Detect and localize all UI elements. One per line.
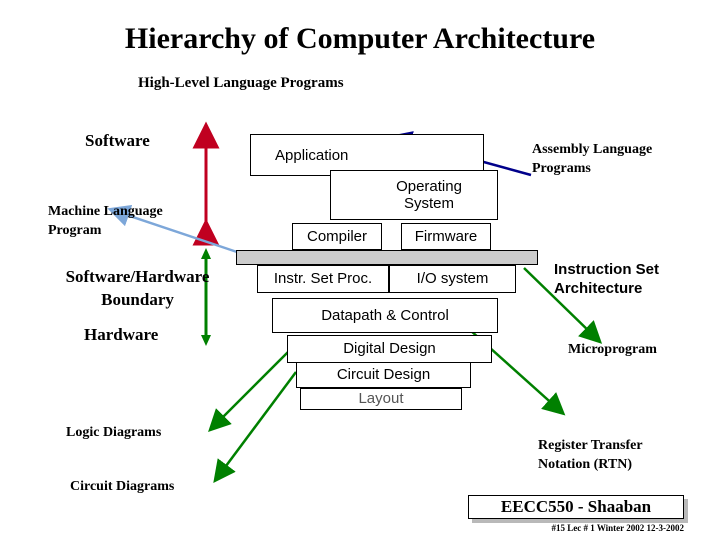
label-software: Software bbox=[85, 131, 150, 151]
box-operating-system[interactable]: Operating System bbox=[330, 170, 498, 220]
footer-course-box: EECC550 - Shaaban bbox=[468, 495, 684, 519]
arrow-digital-to-logic bbox=[208, 344, 296, 432]
label-assembly-language: Assembly Language Programs bbox=[532, 122, 652, 179]
label-high-level-language: High-Level Language Programs bbox=[138, 75, 344, 92]
box-digital-design-label: Digital Design bbox=[343, 340, 436, 358]
footer-course-label: EECC550 - Shaaban bbox=[500, 497, 652, 516]
arrow-software-span bbox=[192, 121, 220, 246]
box-datapath-control[interactable]: Datapath & Control bbox=[272, 298, 498, 333]
label-hardware: Hardware bbox=[84, 325, 158, 345]
arrow-circuit-to-circuit-diagrams bbox=[213, 371, 298, 484]
sw-hw-boundary-bar bbox=[236, 250, 538, 265]
footer-note: #15 Lec # 1 Winter 2002 12-3-2002 bbox=[454, 523, 685, 533]
box-datapath-control-label: Datapath & Control bbox=[321, 306, 449, 324]
box-firmware-label: Firmware bbox=[414, 227, 478, 245]
box-layout[interactable]: Layout bbox=[300, 388, 462, 410]
box-compiler-label: Compiler bbox=[306, 227, 367, 245]
label-machine-language-program: Machine Language Program bbox=[48, 184, 163, 241]
box-instr-set-proc[interactable]: Instr. Set Proc. bbox=[257, 265, 389, 293]
box-application-label: Application bbox=[275, 147, 349, 164]
box-firmware[interactable]: Firmware bbox=[401, 223, 491, 250]
box-circuit-design-label: Circuit Design bbox=[336, 366, 431, 384]
label-sw-hw-boundary: Software/Hardware Boundary bbox=[50, 243, 225, 312]
label-high-level-text: High-Level Language Programs bbox=[138, 75, 344, 91]
label-logic-diagrams: Logic Diagrams bbox=[66, 425, 161, 441]
box-io-system-label: I/O system bbox=[416, 270, 489, 288]
label-circuit-diagrams: Circuit Diagrams bbox=[70, 479, 174, 495]
label-circuit-diagrams-text: Circuit Diagrams bbox=[70, 479, 175, 494]
label-microprogram-text: Microprogram bbox=[568, 342, 657, 357]
footer-note-text: #15 Lec # 1 Winter 2002 12-3-2002 bbox=[551, 523, 685, 533]
box-compiler[interactable]: Compiler bbox=[292, 223, 382, 250]
label-isa-text: Instruction Set Architecture bbox=[554, 260, 660, 298]
label-rtn-text: Register Transfer Notation (RTN) bbox=[538, 437, 643, 472]
label-hardware-text: Hardware bbox=[84, 325, 159, 344]
page-title: Hierarchy of Computer Architecture bbox=[124, 22, 596, 55]
box-io-system[interactable]: I/O system bbox=[389, 265, 516, 293]
label-machine-language-text: Machine Language Program bbox=[48, 203, 163, 238]
label-assembly-language-text: Assembly Language Programs bbox=[532, 141, 653, 176]
label-software-text: Software bbox=[85, 131, 150, 150]
box-digital-design[interactable]: Digital Design bbox=[287, 335, 492, 363]
label-logic-diagrams-text: Logic Diagrams bbox=[66, 425, 162, 440]
box-instr-set-proc-label: Instr. Set Proc. bbox=[273, 270, 373, 288]
label-rtn: Register Transfer Notation (RTN) bbox=[538, 418, 643, 475]
label-microprogram: Microprogram bbox=[568, 342, 657, 358]
slide-canvas: Hierarchy of Computer Architecture High-… bbox=[0, 0, 720, 540]
label-sw-hw-boundary-text: Software/Hardware Boundary bbox=[65, 266, 210, 309]
label-instruction-set-architecture: Instruction Set Architecture bbox=[554, 240, 659, 299]
box-layout-label: Layout bbox=[358, 390, 404, 408]
box-operating-system-label: Operating System bbox=[396, 177, 462, 212]
box-circuit-design[interactable]: Circuit Design bbox=[296, 362, 471, 388]
